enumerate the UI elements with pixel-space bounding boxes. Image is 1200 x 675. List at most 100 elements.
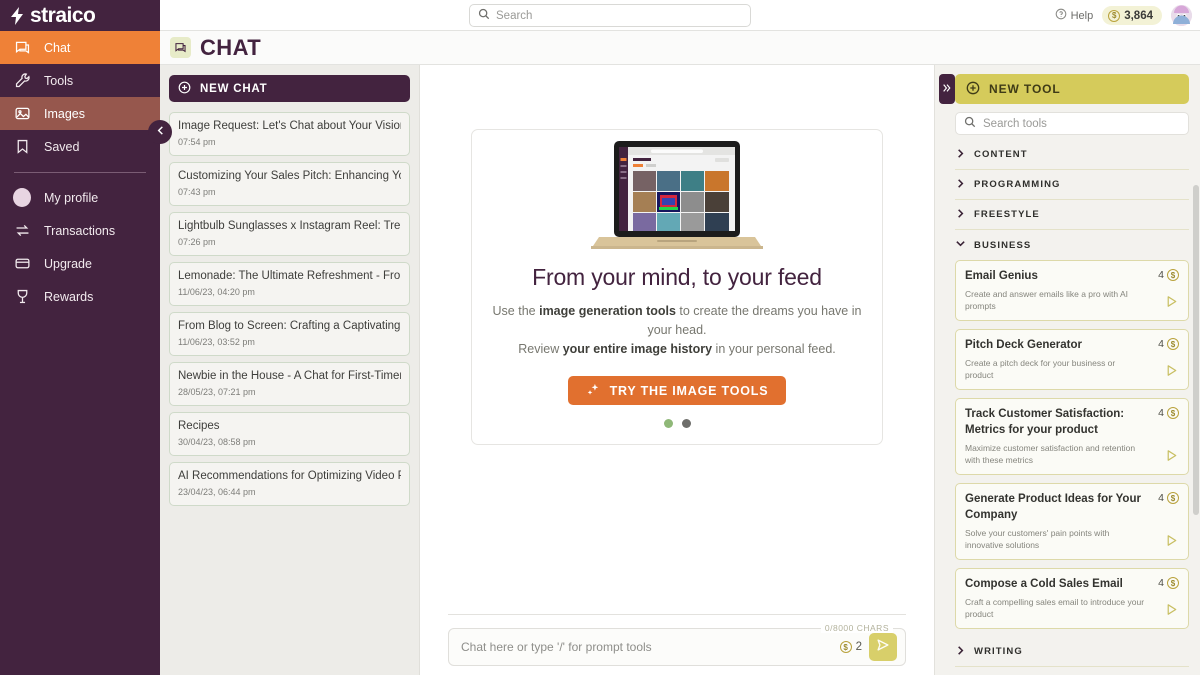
chat-item-title: Newbie in the House - A Chat for First-T… bbox=[178, 369, 401, 383]
chat-list-item[interactable]: AI Recommendations for Optimizing Video … bbox=[169, 462, 410, 506]
app-root: straico Chat Tools I bbox=[0, 0, 1200, 675]
sidebar-collapse-button[interactable] bbox=[148, 120, 172, 144]
sidebar-item-label: Saved bbox=[44, 140, 79, 154]
tool-cost: 4$ bbox=[1158, 406, 1179, 419]
play-triangle-icon[interactable] bbox=[1164, 533, 1179, 553]
page-header: CHAT bbox=[160, 31, 1200, 65]
tools-category-programming[interactable]: PROGRAMMING bbox=[955, 170, 1189, 200]
sidebar-item-label: Transactions bbox=[44, 224, 115, 238]
chat-item-date: 11/06/23, 04:20 pm bbox=[178, 287, 401, 297]
tools-category-freestyle[interactable]: FREESTYLE bbox=[955, 200, 1189, 230]
tool-card[interactable]: Pitch Deck Generator4$Create a pitch dec… bbox=[955, 329, 1189, 390]
search-icon bbox=[478, 7, 490, 25]
image-icon bbox=[13, 105, 31, 123]
sidebar-item-label: Tools bbox=[44, 74, 73, 88]
avatar[interactable] bbox=[1171, 5, 1192, 26]
chat-list-item[interactable]: Lemonade: The Ultimate Refreshment - Fro… bbox=[169, 262, 410, 306]
tool-card[interactable]: Generate Product Ideas for Your Company4… bbox=[955, 483, 1189, 560]
sidebar-item-label: Upgrade bbox=[44, 257, 92, 271]
new-chat-button[interactable]: NEW CHAT bbox=[169, 75, 410, 102]
promo-heading: From your mind, to your feed bbox=[492, 264, 862, 291]
char-counter: 0/8000 CHARS bbox=[821, 623, 893, 633]
tool-cost: 4$ bbox=[1158, 491, 1179, 504]
tool-description: Craft a compelling sales email to introd… bbox=[965, 596, 1179, 620]
try-the-image-tools-button[interactable]: TRY THE IMAGE TOOLS bbox=[568, 376, 786, 405]
chat-item-title: Lightbulb Sunglasses x Instagram Reel: T… bbox=[178, 219, 401, 233]
tool-description: Solve your customers' pain points with i… bbox=[965, 527, 1179, 551]
tools-panel-toggle[interactable] bbox=[939, 74, 955, 104]
new-chat-label: NEW CHAT bbox=[200, 83, 268, 95]
tools-search-placeholder: Search tools bbox=[983, 118, 1047, 130]
tool-card[interactable]: Track Customer Satisfaction: Metrics for… bbox=[955, 398, 1189, 475]
chat-list-item[interactable]: Customizing Your Sales Pitch: Enhancing … bbox=[169, 162, 410, 206]
chevron-down-icon bbox=[955, 238, 966, 252]
tools-category-writing[interactable]: WRITING bbox=[955, 637, 1189, 667]
search-input[interactable]: Search bbox=[469, 4, 751, 27]
sidebar-item-upgrade[interactable]: Upgrade bbox=[0, 247, 160, 280]
tools-category-label: WRITING bbox=[974, 646, 1023, 657]
chevron-left-icon bbox=[155, 123, 166, 141]
left-sidebar: straico Chat Tools I bbox=[0, 0, 160, 675]
chat-item-title: From Blog to Screen: Crafting a Captivat… bbox=[178, 319, 401, 333]
chat-list-item[interactable]: Image Request: Let's Chat about Your Vis… bbox=[169, 112, 410, 156]
help-button[interactable]: Help bbox=[1055, 8, 1094, 23]
sidebar-item-saved[interactable]: Saved bbox=[0, 130, 160, 163]
chat-bubble-icon bbox=[170, 37, 191, 58]
promo-line1-c: to create the dreams you have in your he… bbox=[647, 304, 861, 337]
chat-list-item[interactable]: Lightbulb Sunglasses x Instagram Reel: T… bbox=[169, 212, 410, 256]
promo-line2-b: your entire image history bbox=[563, 342, 712, 356]
chat-list-item[interactable]: Newbie in the House - A Chat for First-T… bbox=[169, 362, 410, 406]
chat-input[interactable]: 0/8000 CHARS Chat here or type '/' for p… bbox=[448, 628, 906, 666]
tool-cost-value: 4 bbox=[1158, 577, 1164, 589]
play-triangle-icon[interactable] bbox=[1164, 602, 1179, 622]
tools-scrollbar[interactable] bbox=[1193, 185, 1199, 515]
top-bar: Search Help $ 3,864 bbox=[160, 0, 1200, 31]
body-row: NEW CHAT Image Request: Let's Chat about… bbox=[160, 65, 1200, 675]
tool-description: Maximize customer satisfaction and reten… bbox=[965, 442, 1179, 466]
sidebar-item-rewards[interactable]: Rewards bbox=[0, 280, 160, 313]
chat-list-item[interactable]: From Blog to Screen: Crafting a Captivat… bbox=[169, 312, 410, 356]
chat-item-date: 07:26 pm bbox=[178, 237, 401, 247]
credits-badge[interactable]: $ 3,864 bbox=[1102, 6, 1162, 25]
tools-category-business[interactable]: BUSINESS bbox=[955, 230, 1189, 260]
tools-category-label: PROGRAMMING bbox=[974, 179, 1061, 190]
coin-icon: $ bbox=[1167, 269, 1179, 281]
tool-card[interactable]: Email Genius4$Create and answer emails l… bbox=[955, 260, 1189, 321]
laptop-with-image-grid bbox=[591, 141, 763, 258]
chat-list-item[interactable]: Recipes30/04/23, 08:58 pm bbox=[169, 412, 410, 456]
chat-item-title: Recipes bbox=[178, 419, 401, 433]
coin-icon: $ bbox=[1108, 10, 1120, 22]
coin-icon: $ bbox=[840, 641, 852, 653]
carousel-dot-1[interactable] bbox=[664, 419, 673, 428]
sidebar-item-chat[interactable]: Chat bbox=[0, 31, 160, 64]
chat-item-title: Lemonade: The Ultimate Refreshment - Fro… bbox=[178, 269, 401, 283]
tools-category-content[interactable]: CONTENT bbox=[955, 140, 1189, 170]
tool-description: Create a pitch deck for your business or… bbox=[965, 357, 1179, 381]
chat-item-title: Customizing Your Sales Pitch: Enhancing … bbox=[178, 169, 401, 183]
composer-divider bbox=[448, 614, 906, 615]
play-triangle-icon[interactable] bbox=[1164, 448, 1179, 468]
tools-search-input[interactable]: Search tools bbox=[955, 112, 1189, 135]
brand-logo[interactable]: straico bbox=[0, 0, 160, 31]
tool-description: Create and answer emails like a pro with… bbox=[965, 288, 1179, 312]
sidebar-item-label: Images bbox=[44, 107, 85, 121]
tools-category-label: BUSINESS bbox=[974, 240, 1031, 251]
tool-name: Email Genius bbox=[965, 268, 1152, 284]
play-triangle-icon[interactable] bbox=[1164, 294, 1179, 314]
credit-cost-value: 2 bbox=[856, 641, 862, 653]
new-tool-button[interactable]: NEW TOOL bbox=[955, 74, 1189, 104]
sparkles-icon bbox=[586, 382, 601, 400]
carousel-dots bbox=[492, 419, 862, 428]
carousel-dot-2[interactable] bbox=[682, 419, 691, 428]
coin-icon: $ bbox=[1167, 577, 1179, 589]
sidebar-item-my-profile[interactable]: My profile bbox=[0, 181, 160, 214]
sidebar-item-tools[interactable]: Tools bbox=[0, 64, 160, 97]
send-button[interactable] bbox=[869, 633, 897, 661]
top-bar-right: Help $ 3,864 bbox=[1055, 0, 1192, 31]
bookmark-icon bbox=[13, 138, 31, 156]
tool-card[interactable]: Compose a Cold Sales Email4$Craft a comp… bbox=[955, 568, 1189, 629]
sidebar-item-transactions[interactable]: Transactions bbox=[0, 214, 160, 247]
chat-list-panel: NEW CHAT Image Request: Let's Chat about… bbox=[160, 65, 420, 675]
sidebar-item-images[interactable]: Images bbox=[0, 97, 160, 130]
play-triangle-icon[interactable] bbox=[1164, 363, 1179, 383]
